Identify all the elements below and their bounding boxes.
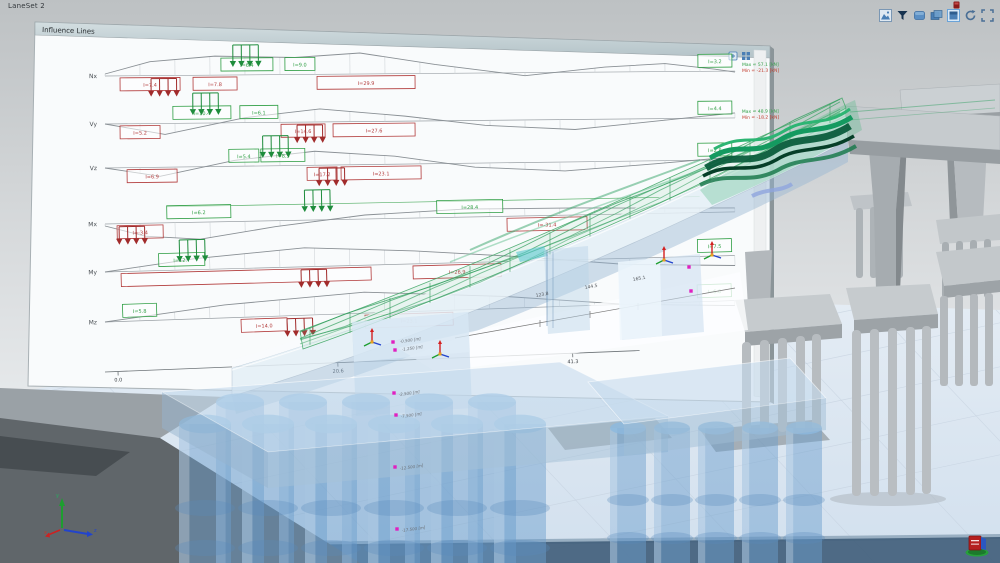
svg-text:My: My	[88, 269, 97, 276]
svg-text:41.3: 41.3	[567, 359, 578, 365]
svg-text:I=9.0: I=9.0	[293, 62, 307, 68]
app-badge-icon	[953, 1, 960, 9]
svg-text:Mz: Mz	[89, 319, 98, 326]
svg-text:I=3.2: I=3.2	[708, 59, 722, 65]
svg-text:Vz: Vz	[90, 165, 97, 172]
svg-text:Max = 48.9 [kN]: Max = 48.9 [kN]	[742, 109, 779, 115]
svg-text:I=5.2: I=5.2	[133, 131, 147, 137]
svg-text:I=5.4: I=5.4	[237, 154, 251, 160]
svg-text:x: x	[44, 530, 47, 536]
svg-text:Nx: Nx	[89, 73, 98, 80]
svg-text:I=6.1: I=6.1	[252, 110, 266, 116]
app-window: Influence Lines I=7.4I=7.8I=6.4I=9.0I=29…	[0, 0, 1000, 563]
toolbar	[879, 9, 994, 22]
svg-text:I=23.1: I=23.1	[373, 171, 390, 177]
svg-text:I=6.9: I=6.9	[145, 174, 159, 180]
viewport-3d[interactable]: Influence Lines I=7.4I=7.8I=6.4I=9.0I=29…	[0, 0, 1000, 563]
view-title: LaneSet 2	[8, 2, 45, 10]
layers-view-icon[interactable]	[930, 9, 943, 22]
view-title-text: LaneSet 2	[8, 2, 45, 10]
svg-text:z: z	[94, 528, 97, 534]
svg-text:I=14.0: I=14.0	[256, 323, 273, 330]
filter-icon[interactable]	[896, 9, 909, 22]
fullscreen-icon[interactable]	[981, 9, 994, 22]
svg-text:I=-3.4: I=-3.4	[132, 230, 148, 236]
svg-text:Min = -18.2 [kN]: Min = -18.2 [kN]	[742, 115, 779, 121]
brand-logo	[964, 533, 990, 557]
svg-text:0.0: 0.0	[114, 377, 122, 383]
refresh-icon[interactable]	[964, 9, 977, 22]
svg-text:y: y	[56, 493, 59, 499]
svg-text:Mx: Mx	[88, 221, 97, 228]
svg-text:I=4.4: I=4.4	[708, 106, 722, 112]
svg-text:Max = 57.1 [kN]: Max = 57.1 [kN]	[742, 62, 779, 68]
svg-text:I=7.5: I=7.5	[708, 244, 722, 250]
svg-text:Min = -21.3 [kN]: Min = -21.3 [kN]	[742, 68, 779, 74]
svg-text:I=29.9: I=29.9	[358, 81, 375, 87]
svg-text:I=7.8: I=7.8	[208, 82, 222, 88]
svg-text:I=7.4: I=7.4	[143, 83, 157, 89]
panel-view-icon[interactable]	[947, 9, 960, 22]
svg-text:Vy: Vy	[89, 121, 97, 128]
screenshot-icon[interactable]	[879, 9, 892, 22]
svg-text:I=27.6: I=27.6	[366, 128, 383, 134]
svg-text:I=28.4: I=28.4	[461, 205, 478, 211]
panel-right-edge	[770, 46, 774, 404]
svg-text:I=6.2: I=6.2	[192, 210, 206, 216]
solid-view-icon[interactable]	[913, 9, 926, 22]
svg-text:I=5.8: I=5.8	[133, 309, 147, 315]
